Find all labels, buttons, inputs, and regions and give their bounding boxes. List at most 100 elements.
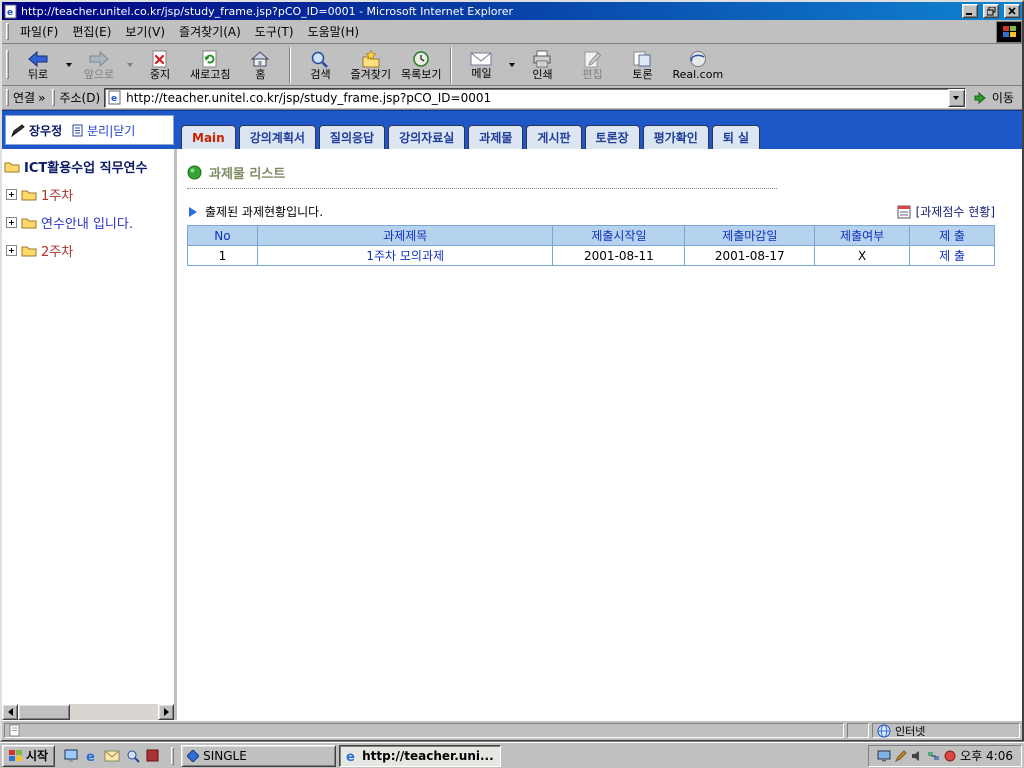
discuss-button[interactable]: 토론 — [617, 45, 667, 85]
back-button[interactable]: 뒤로 — [13, 45, 63, 85]
quicklaunch-desktop-icon[interactable] — [63, 749, 79, 763]
toolbar-separator — [289, 47, 291, 83]
menu-file[interactable]: 파일(F) — [13, 20, 65, 43]
detach-close-link[interactable]: 분리|닫기 — [87, 122, 135, 139]
score-report-icon — [896, 204, 912, 219]
tab-qna[interactable]: 질의응답 — [319, 125, 385, 149]
tab-discussion[interactable]: 토론장 — [585, 125, 640, 149]
realcom-button[interactable]: Real.com — [667, 45, 728, 85]
close-button[interactable] — [1004, 4, 1020, 18]
tree-item-week2[interactable]: 2주차 — [6, 241, 172, 260]
tab-main[interactable]: Main — [181, 125, 236, 149]
tab-board[interactable]: 게시판 — [526, 125, 581, 149]
band-chevron-icon[interactable]: » — [35, 91, 48, 105]
toolbar-separator — [450, 47, 452, 83]
arrow-bullet-icon — [187, 206, 199, 218]
menu-help[interactable]: 도움말(H) — [301, 20, 367, 43]
stop-button[interactable]: 중지 — [135, 45, 185, 85]
course-tree: ICT활용수업 직무연수 1주차 연수안내 입니다. — [2, 149, 174, 704]
windows-logo — [996, 21, 1022, 43]
scroll-left-button[interactable] — [2, 704, 18, 720]
home-button[interactable]: 홈 — [235, 45, 285, 85]
expand-plus-icon[interactable] — [6, 189, 17, 200]
globe-icon — [877, 724, 891, 738]
mail-button[interactable]: 메일 — [456, 45, 506, 85]
tab-materials[interactable]: 강의자료실 — [388, 125, 465, 149]
mail-dropdown[interactable] — [506, 45, 517, 85]
frame-header: 장우정 분리|닫기 Main 강의계획서 질의응답 강의자료실 과제물 게시판 … — [2, 110, 1022, 149]
quicklaunch-search-icon[interactable] — [126, 749, 140, 763]
menubar-grip[interactable] — [6, 23, 9, 39]
dotted-divider — [187, 188, 777, 189]
title-bar[interactable]: e http://teacher.unitel.co.kr/jsp/study_… — [2, 2, 1022, 20]
tray-network-icon[interactable] — [927, 750, 940, 762]
submit-link[interactable]: 제 출 — [910, 246, 995, 266]
tree-root-item[interactable]: ICT활용수업 직무연수 — [4, 157, 172, 176]
history-icon — [411, 50, 431, 68]
tab-exit[interactable]: 퇴 실 — [712, 125, 760, 149]
pen-icon — [11, 124, 25, 137]
intro-text: 출제된 과제현황입니다. — [205, 203, 323, 220]
tree-item-guide[interactable]: 연수안내 입니다. — [6, 213, 172, 232]
svg-text:e: e — [86, 750, 95, 763]
forward-button[interactable]: 앞으로 — [74, 45, 124, 85]
back-dropdown[interactable] — [63, 45, 74, 85]
menu-favorites[interactable]: 즐겨찾기(A) — [172, 20, 248, 43]
expand-plus-icon[interactable] — [6, 245, 17, 256]
tab-evaluation[interactable]: 평가확인 — [643, 125, 709, 149]
cell-submitted: X — [815, 246, 910, 266]
links-label[interactable]: 연결 — [13, 89, 35, 106]
col-end-date: 제출마감일 — [685, 226, 815, 246]
tree-item-week1[interactable]: 1주차 — [6, 185, 172, 204]
menu-view[interactable]: 보기(V) — [118, 20, 172, 43]
tray-pen-icon[interactable] — [895, 750, 907, 762]
address-band-grip[interactable] — [52, 89, 55, 105]
quicklaunch-ie-icon[interactable]: e — [85, 749, 98, 763]
quicklaunch-outlook-icon[interactable] — [104, 750, 120, 762]
col-no: No — [188, 226, 258, 246]
menu-edit[interactable]: 편집(E) — [65, 20, 118, 43]
scrollbar-thumb[interactable] — [18, 704, 70, 720]
col-start-date: 제출시작일 — [553, 226, 685, 246]
tab-assignments[interactable]: 과제물 — [468, 125, 523, 149]
search-button[interactable]: 검색 — [295, 45, 345, 85]
assignment-table: No 과제제목 제출시작일 제출마감일 제출여부 제 출 1 1주차 모의과제 — [187, 225, 995, 266]
quicklaunch-app-icon[interactable] — [146, 749, 159, 762]
task-button-single[interactable]: SINGLE — [181, 745, 336, 767]
start-button[interactable]: 시작 — [2, 745, 55, 767]
address-input[interactable]: e http://teacher.unitel.co.kr/jsp/study_… — [104, 88, 966, 108]
links-band-grip[interactable] — [6, 89, 9, 105]
go-button[interactable]: 이동 — [970, 89, 1022, 106]
search-icon — [310, 50, 330, 68]
score-status-link[interactable]: [과제점수 현황] — [916, 203, 995, 220]
sidebar-horizontal-scrollbar[interactable] — [2, 704, 174, 720]
favorites-button[interactable]: 즐겨찾기 — [345, 45, 395, 85]
status-page-icon — [9, 724, 20, 737]
document-icon — [72, 124, 83, 137]
refresh-button[interactable]: 새로고침 — [185, 45, 235, 85]
edit-button[interactable]: 편집 — [567, 45, 617, 85]
status-bar: 인터넷 — [2, 720, 1022, 740]
col-submitted: 제출여부 — [815, 226, 910, 246]
scroll-right-button[interactable] — [158, 704, 174, 720]
forward-dropdown[interactable] — [124, 45, 135, 85]
address-dropdown-button[interactable] — [948, 89, 965, 107]
tray-display-icon[interactable] — [877, 750, 891, 762]
task-button-ie[interactable]: e http://teacher.uni... — [339, 745, 501, 767]
minimize-button[interactable] — [962, 4, 978, 18]
history-button[interactable]: 목록보기 — [396, 45, 446, 85]
restore-button[interactable] — [983, 4, 999, 18]
tray-messenger-icon[interactable] — [944, 750, 956, 762]
tray-volume-icon[interactable] — [911, 750, 923, 762]
taskbar-clock[interactable]: 오후 4:06 — [960, 747, 1013, 764]
screen: e http://teacher.unitel.co.kr/jsp/study_… — [0, 0, 1024, 768]
url-text: http://teacher.unitel.co.kr/jsp/study_fr… — [126, 91, 944, 105]
tab-lecture-plan[interactable]: 강의계획서 — [239, 125, 316, 149]
expand-plus-icon[interactable] — [6, 217, 17, 228]
print-button[interactable]: 인쇄 — [517, 45, 567, 85]
table-header-row: No 과제제목 제출시작일 제출마감일 제출여부 제 출 — [188, 226, 995, 246]
assignment-title-link[interactable]: 1주차 모의과제 — [257, 246, 553, 266]
toolbar-grip[interactable] — [6, 50, 9, 79]
taskbar-grip[interactable] — [171, 747, 174, 765]
menu-tools[interactable]: 도구(T) — [248, 20, 301, 43]
